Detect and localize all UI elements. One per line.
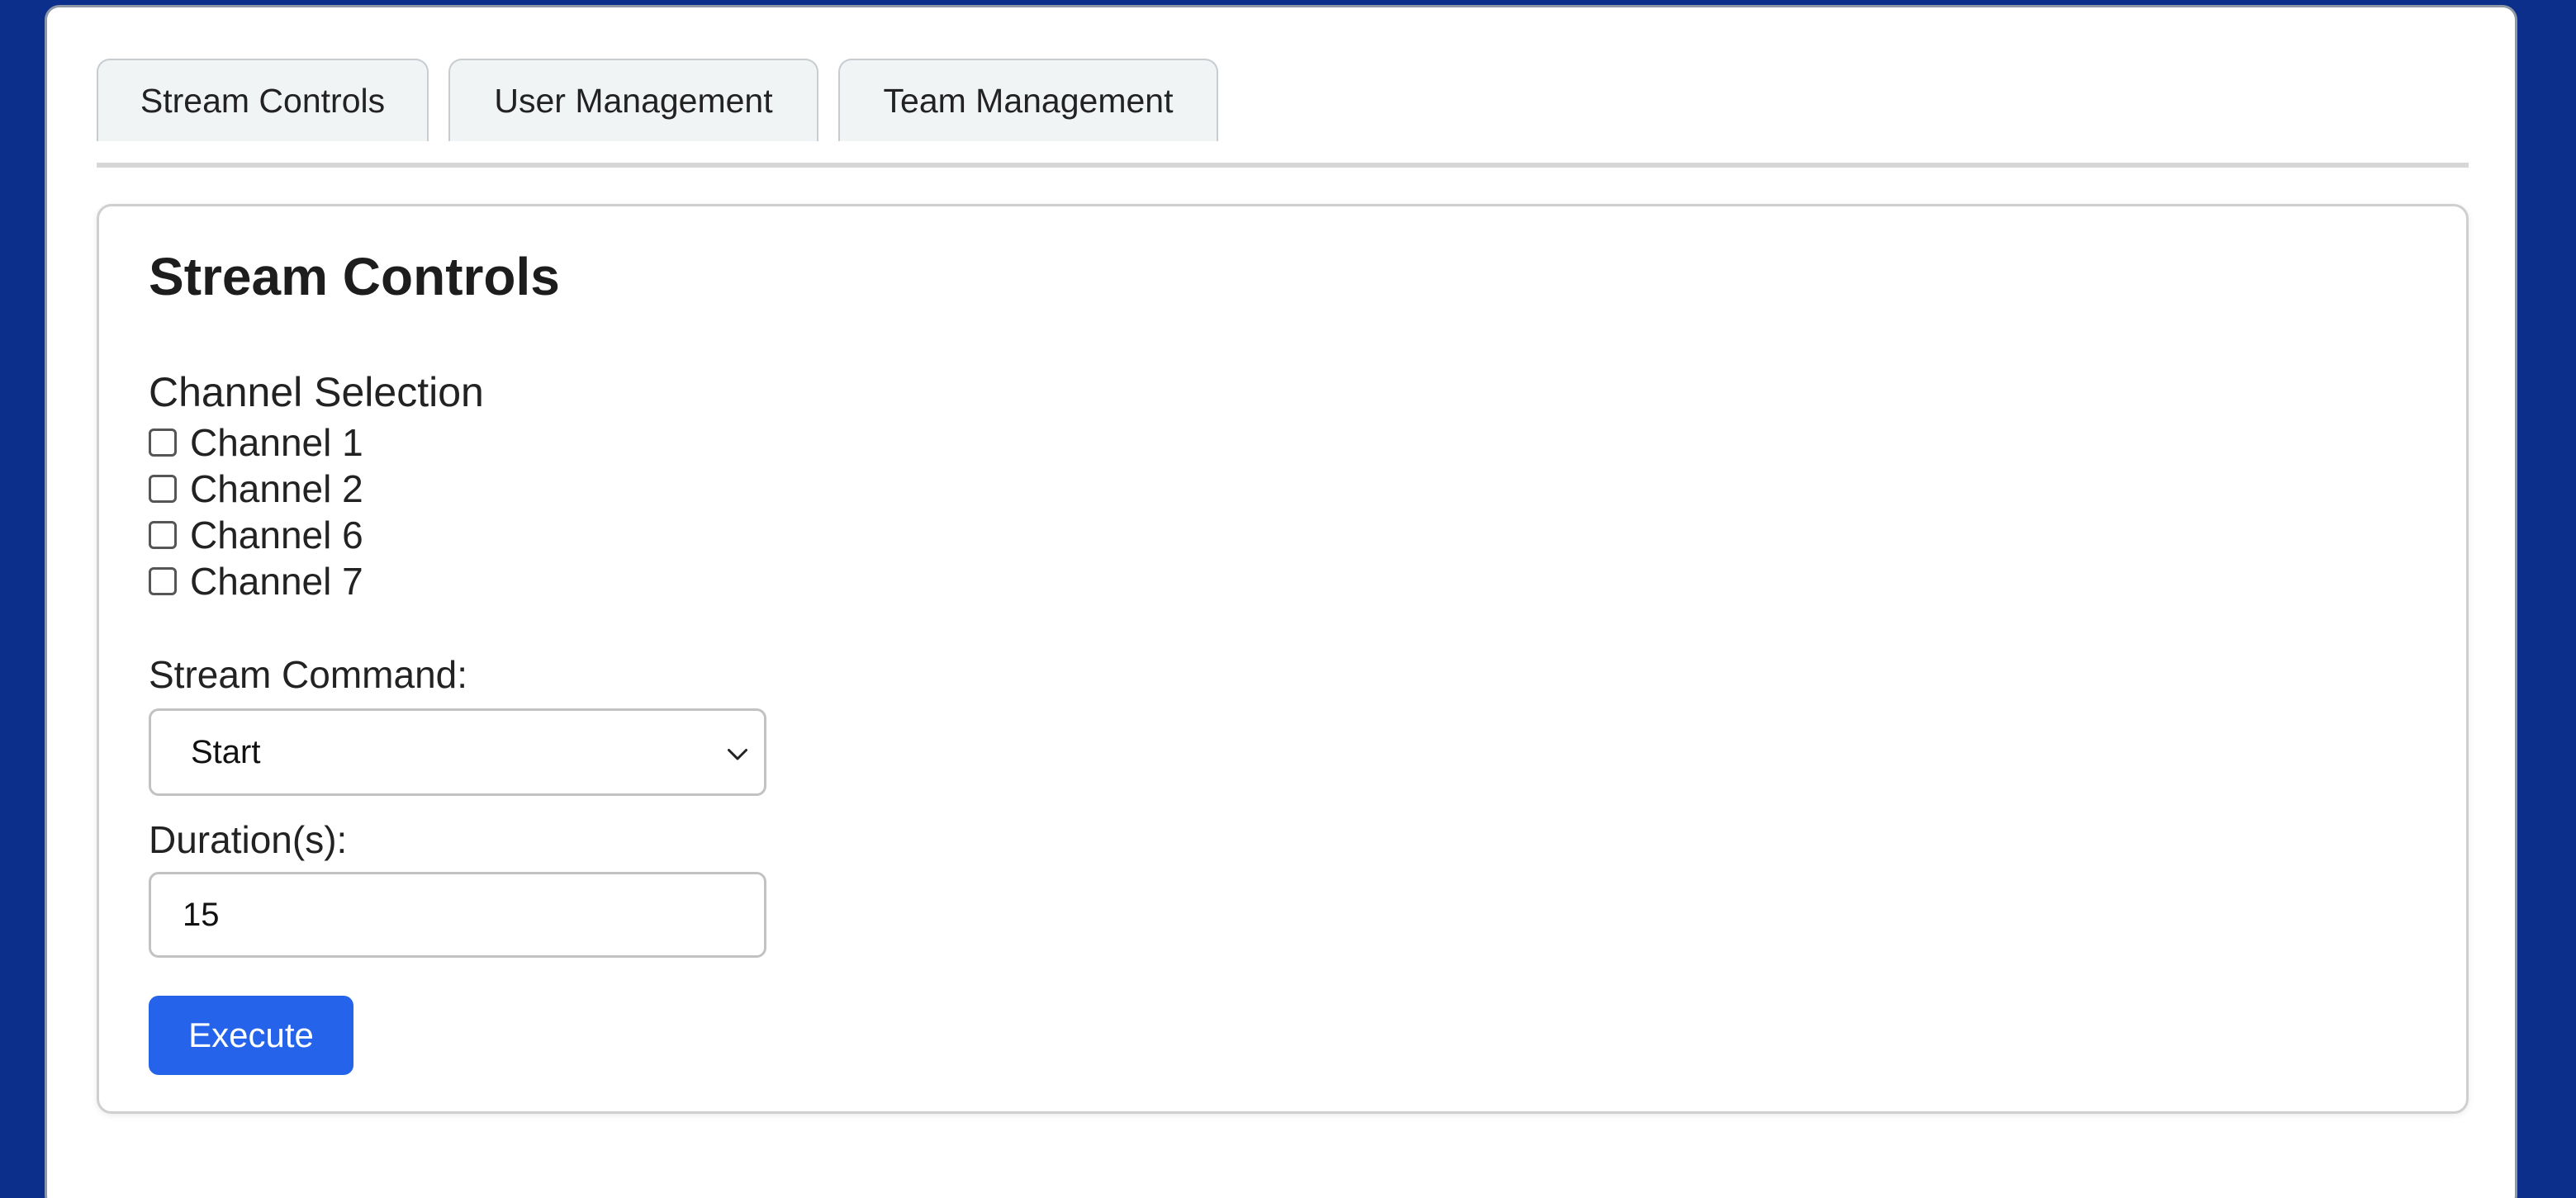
channel-2-label[interactable]: Channel 2	[190, 466, 363, 511]
channel-list: Channel 1 Channel 2 Channel 6 Channel 7	[149, 419, 363, 604]
channel-1-checkbox[interactable]	[149, 429, 177, 457]
channel-7-checkbox[interactable]	[149, 567, 177, 595]
stream-controls-panel: Stream Controls Channel Selection Channe…	[97, 204, 2469, 1114]
execute-button[interactable]: Execute	[149, 996, 353, 1075]
tab-stream-controls[interactable]: Stream Controls	[97, 59, 429, 141]
channel-6-label[interactable]: Channel 6	[190, 513, 363, 557]
tab-bar: Stream Controls User Management Team Man…	[97, 59, 1218, 141]
stream-command-select[interactable]: Start	[149, 708, 766, 796]
channel-option-6[interactable]: Channel 6	[149, 512, 363, 558]
duration-input[interactable]: 15	[149, 872, 766, 958]
channel-7-label[interactable]: Channel 7	[190, 559, 363, 604]
stream-command-label: Stream Command:	[149, 653, 468, 696]
chevron-down-icon	[728, 749, 747, 760]
panel-title: Stream Controls	[149, 247, 560, 306]
channel-1-label[interactable]: Channel 1	[190, 420, 363, 465]
channel-option-1[interactable]: Channel 1	[149, 419, 363, 466]
tab-divider	[97, 163, 2469, 168]
channel-selection-label: Channel Selection	[149, 369, 484, 415]
tab-team-management[interactable]: Team Management	[838, 59, 1218, 141]
channel-option-2[interactable]: Channel 2	[149, 466, 363, 512]
app-window: Stream Controls User Management Team Man…	[45, 5, 2517, 1198]
tab-user-management[interactable]: User Management	[448, 59, 818, 141]
duration-label: Duration(s):	[149, 818, 348, 861]
stream-command-value: Start	[191, 733, 261, 770]
channel-6-checkbox[interactable]	[149, 521, 177, 549]
channel-option-7[interactable]: Channel 7	[149, 558, 363, 604]
channel-2-checkbox[interactable]	[149, 475, 177, 503]
